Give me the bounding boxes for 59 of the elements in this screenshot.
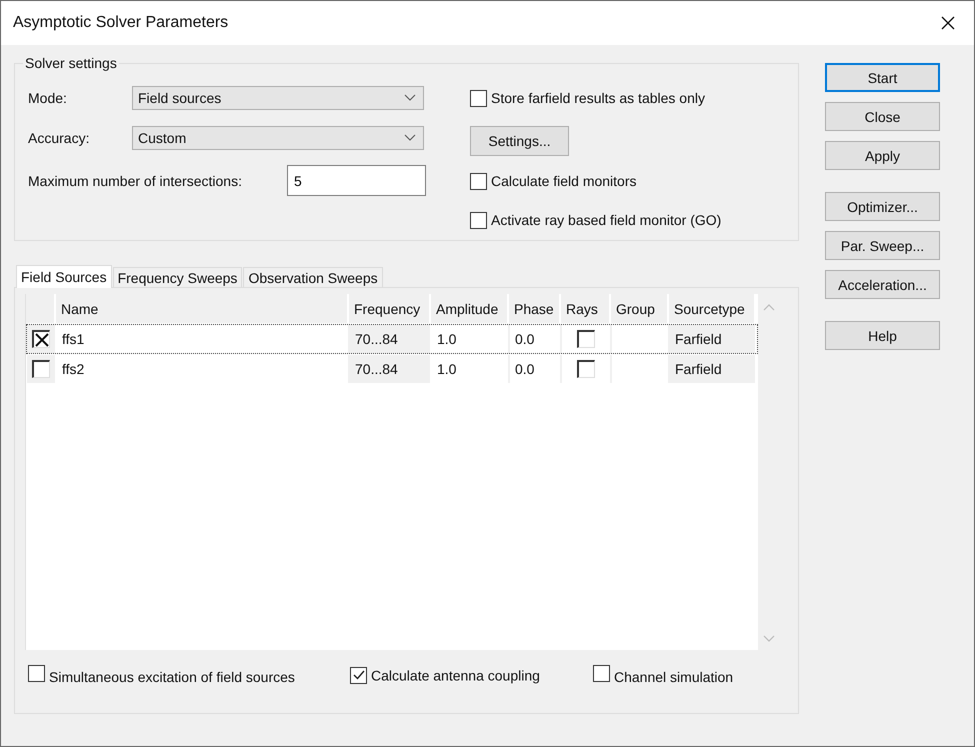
dropdown[interactable]: Field sources bbox=[132, 86, 424, 110]
table-cell: Farfield bbox=[670, 325, 757, 353]
field-label: Accuracy: bbox=[28, 130, 90, 146]
column-header[interactable]: Frequency bbox=[349, 294, 431, 324]
checkbox[interactable] bbox=[470, 212, 487, 228]
dialog-button[interactable]: Start bbox=[825, 63, 940, 92]
checkbox[interactable] bbox=[577, 330, 595, 348]
chevron-down-icon bbox=[404, 94, 416, 101]
checkbox-label: Simultaneous excitation of field sources bbox=[49, 669, 295, 685]
column-header[interactable]: Phase bbox=[509, 294, 561, 324]
chevron-down-icon bbox=[404, 134, 416, 141]
tab[interactable]: Field Sources bbox=[16, 265, 112, 288]
dialog-button[interactable]: Acceleration... bbox=[825, 270, 940, 299]
table-cell: 1.0 bbox=[432, 355, 510, 383]
checkbox-label: Calculate field monitors bbox=[491, 173, 637, 189]
dialog-button[interactable]: Help bbox=[825, 321, 940, 350]
checkbox[interactable] bbox=[470, 90, 487, 106]
tab[interactable]: Observation Sweeps bbox=[243, 267, 383, 287]
checkbox-label: Calculate antenna coupling bbox=[371, 667, 540, 683]
close-icon bbox=[941, 16, 955, 30]
checkbox[interactable] bbox=[32, 360, 50, 378]
table-cell: 0.0 bbox=[510, 355, 562, 383]
table-row[interactable]: ffs2 70...84 1.0 0.0 Farfield bbox=[26, 354, 758, 384]
checkbox[interactable] bbox=[32, 330, 50, 348]
field-label: Maximum number of intersections: bbox=[28, 172, 243, 188]
settings-button[interactable]: Settings... bbox=[470, 126, 569, 156]
dialog-button[interactable]: Apply bbox=[825, 141, 940, 170]
checkbox[interactable] bbox=[470, 172, 487, 190]
dialog-button[interactable]: Optimizer... bbox=[825, 192, 940, 221]
table-cell: Farfield bbox=[670, 355, 757, 383]
checkbox-label: Store farfield results as tables only bbox=[491, 90, 705, 106]
table-cell: 0.0 bbox=[510, 325, 562, 353]
dialog-button[interactable]: Par. Sweep... bbox=[825, 231, 940, 260]
group-title: Solver settings bbox=[24, 55, 118, 71]
x-mark-icon bbox=[34, 332, 48, 346]
column-header[interactable]: Amplitude bbox=[431, 294, 509, 324]
table-cell: 70...84 bbox=[350, 325, 432, 353]
check-icon bbox=[352, 670, 364, 680]
column-header[interactable]: Sourcetype bbox=[669, 294, 756, 324]
column-header[interactable]: Rays bbox=[561, 294, 611, 324]
scroll-down-icon bbox=[763, 635, 775, 642]
checkbox[interactable] bbox=[577, 360, 595, 378]
dialog-button[interactable]: Close bbox=[825, 102, 940, 131]
column-header[interactable]: Group bbox=[611, 294, 669, 324]
checkbox-label: Channel simulation bbox=[614, 669, 734, 685]
table-row[interactable]: ffs1 70...84 1.0 0.0 Farfield bbox=[26, 324, 758, 354]
field-label: Mode: bbox=[28, 90, 68, 106]
table-cell: 1.0 bbox=[432, 325, 510, 353]
checkbox[interactable] bbox=[593, 665, 610, 682]
checkbox[interactable] bbox=[28, 665, 45, 682]
tab[interactable]: Frequency Sweeps bbox=[112, 267, 242, 287]
column-header[interactable]: Name bbox=[56, 294, 349, 324]
dropdown[interactable]: Custom bbox=[132, 126, 424, 150]
table-cell: 70...84 bbox=[350, 355, 432, 383]
input-field[interactable]: 5 bbox=[287, 165, 426, 196]
checkbox[interactable] bbox=[350, 666, 367, 684]
scroll-up-icon bbox=[763, 304, 775, 311]
window-title: Asymptotic Solver Parameters bbox=[13, 14, 228, 32]
checkbox-label: Activate ray based field monitor (GO) bbox=[491, 212, 722, 228]
